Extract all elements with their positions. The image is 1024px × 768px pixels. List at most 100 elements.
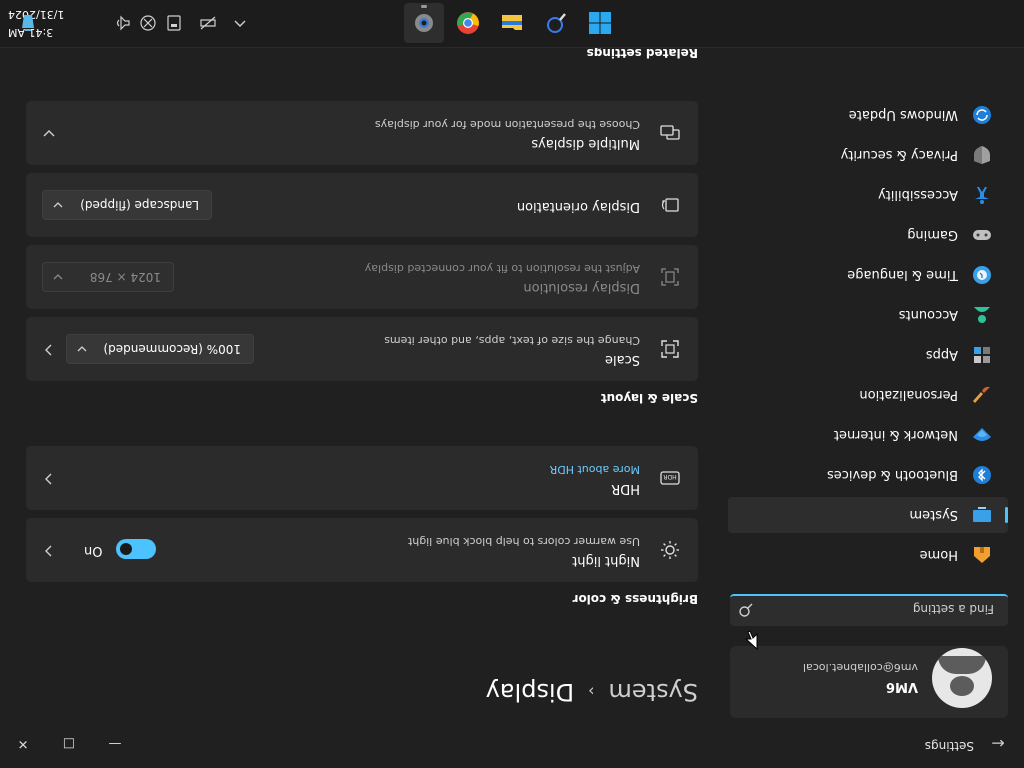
user-name: VM6 [885, 679, 918, 694]
settings-window: ← Settings — □ ✕ VM6 vm6@collabnet.local… [0, 0, 1024, 768]
network-icon [972, 425, 992, 445]
display-resolution-card: Display resolution Adjust the resolution… [26, 245, 698, 309]
chevron-right-icon[interactable] [42, 472, 56, 486]
tray-volume[interactable] [112, 13, 132, 33]
sidebar-item-privacy[interactable]: Privacy & security [728, 137, 1008, 173]
sidebar-item-accessibility[interactable]: Accessibility [728, 177, 1008, 213]
sidebar-item-apps[interactable]: Apps [728, 337, 1008, 373]
night-light-toggle[interactable] [116, 539, 156, 559]
search-icon[interactable] [738, 602, 754, 618]
hdr-icon: HDR [660, 471, 680, 485]
shield-icon [972, 145, 992, 165]
hdr-card[interactable]: HDR HDR More about HDR [26, 446, 698, 510]
display-orientation-card[interactable]: Display orientation Landscape (flipped) [26, 173, 698, 237]
display-orientation-title: Display orientation [516, 199, 640, 214]
sidebar-item-bluetooth[interactable]: Bluetooth & devices [728, 457, 1008, 493]
scale-dropdown[interactable]: 100% (Recommended) [66, 334, 254, 364]
multiple-displays-icon [660, 125, 680, 140]
night-light-card[interactable]: Night light Use warmer colors to help bl… [26, 518, 698, 582]
tray-display[interactable] [164, 13, 184, 33]
taskbar-start-button[interactable] [580, 3, 620, 43]
maximize-button[interactable]: □ [46, 728, 92, 760]
taskbar-file-explorer[interactable] [492, 3, 532, 43]
sidebar-item-system[interactable]: System [728, 497, 1008, 533]
sidebar-nav: Home System Bluetooth & devices Network … [728, 93, 1008, 573]
settings-gear-icon [415, 14, 433, 32]
sidebar-item-label: Windows Update [848, 107, 958, 123]
profile-card[interactable]: VM6 vm6@collabnet.local [730, 646, 1008, 718]
section-title-brightness: Brightness & color [572, 592, 698, 606]
sidebar-item-accounts[interactable]: Accounts [728, 297, 1008, 333]
svg-text:HDR: HDR [663, 473, 676, 480]
chevron-down-icon[interactable] [42, 127, 56, 141]
avatar [932, 648, 992, 708]
close-button[interactable]: ✕ [0, 728, 46, 760]
app-title: Settings [924, 739, 974, 753]
sidebar-item-label: Accounts [898, 307, 958, 323]
chevron-up-icon [234, 20, 246, 27]
display-resolution-subtitle: Adjust the resolution to fit your connec… [364, 262, 640, 275]
tray-overflow-button[interactable] [230, 13, 250, 33]
windows-start-icon [589, 12, 611, 34]
mouse-cursor-icon [744, 630, 758, 650]
page-title: Display [485, 678, 575, 706]
breadcrumb: System › Display [486, 678, 698, 706]
taskbar-search-button[interactable] [536, 3, 576, 43]
sidebar-item-gaming[interactable]: Gaming [728, 217, 1008, 253]
volume-icon [116, 15, 130, 31]
scale-subtitle: Change the size of text, apps, and other… [384, 334, 640, 347]
breadcrumb-system[interactable]: System [609, 678, 699, 706]
gamepad-icon [972, 225, 992, 245]
search-input[interactable] [772, 598, 996, 620]
tray-network[interactable] [198, 13, 218, 33]
more-about-hdr-link[interactable]: More about HDR [550, 463, 640, 476]
resolution-icon [661, 268, 679, 286]
sidebar-item-label: Accessibility [878, 187, 958, 203]
brush-icon [972, 385, 992, 405]
tray-recycle-bin[interactable] [18, 13, 38, 33]
sidebar-item-label: Bluetooth & devices [827, 467, 958, 483]
section-title-related: Related settings [586, 46, 698, 60]
sun-icon [661, 541, 679, 559]
tray-accessibility[interactable] [138, 13, 158, 33]
sidebar-item-windows-update[interactable]: Windows Update [728, 97, 1008, 133]
taskbar-chrome[interactable] [448, 3, 488, 43]
file-explorer-icon [502, 15, 522, 30]
sidebar-item-label: System [909, 507, 958, 523]
hdr-title: HDR [611, 481, 640, 496]
night-light-subtitle: Use warmer colors to help block blue lig… [407, 535, 640, 548]
sidebar-item-label: Apps [925, 347, 958, 363]
sidebar-item-label: Time & language [847, 267, 958, 283]
globe-clock-icon [972, 265, 992, 285]
accessibility-icon [972, 185, 992, 205]
chevron-right-icon[interactable] [42, 343, 56, 357]
scale-value: 100% (Recommended) [103, 342, 241, 356]
scale-card[interactable]: Scale Change the size of text, apps, and… [26, 317, 698, 381]
minimize-button[interactable]: — [92, 728, 138, 760]
home-icon [972, 545, 992, 565]
sidebar-item-home[interactable]: Home [728, 537, 1008, 573]
update-icon [972, 105, 992, 125]
close-icon: ✕ [17, 736, 29, 752]
taskbar-settings[interactable] [404, 3, 444, 43]
display-orientation-dropdown[interactable]: Landscape (flipped) [42, 190, 212, 220]
chrome-icon [457, 12, 479, 34]
sidebar-item-time-language[interactable]: Time & language [728, 257, 1008, 293]
search-box[interactable] [730, 594, 1008, 626]
display-resolution-value: 1024 × 768 [89, 270, 161, 284]
display-resolution-dropdown: 1024 × 768 [42, 262, 174, 292]
sidebar-item-label: Personalization [859, 387, 958, 403]
multiple-displays-subtitle: Choose the presentation mode for your di… [374, 118, 640, 131]
chevron-right-icon[interactable] [42, 544, 56, 558]
apps-icon [972, 345, 992, 365]
breadcrumb-separator: › [588, 682, 595, 702]
sidebar-item-personalization[interactable]: Personalization [728, 377, 1008, 413]
multiple-displays-card[interactable]: Multiple displays Choose the presentatio… [26, 101, 698, 165]
title-bar: ← Settings — □ ✕ [0, 720, 1024, 768]
back-button[interactable]: ← [982, 728, 1014, 760]
sidebar-item-network[interactable]: Network & internet [728, 417, 1008, 453]
accessibility-icon [140, 15, 156, 31]
search-icon [547, 13, 566, 33]
display-resolution-title: Display resolution [523, 280, 640, 295]
chevron-down-icon [77, 346, 87, 352]
